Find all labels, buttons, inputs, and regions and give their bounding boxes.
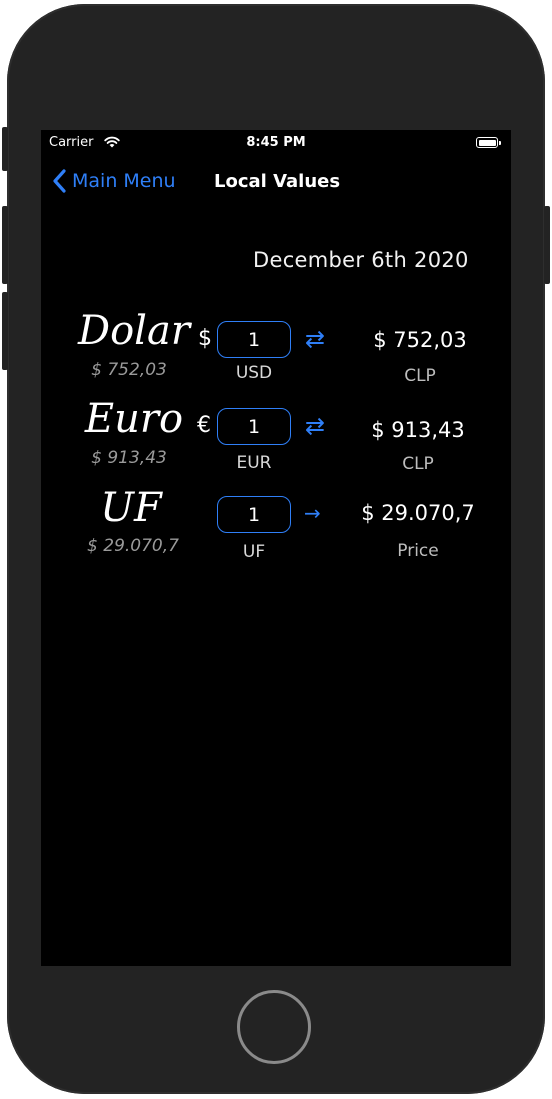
currency-name-dolar: Dolar xyxy=(78,308,190,354)
currency-name-uf: UF xyxy=(100,485,162,531)
eur-amount-input[interactable] xyxy=(217,408,291,445)
result-label-usd: CLP xyxy=(404,366,436,386)
right-arrow-icon[interactable]: → xyxy=(304,501,321,525)
result-value-eur: $ 913,43 xyxy=(371,418,465,442)
status-bar: Carrier 8:45 PM xyxy=(41,130,511,156)
result-value-uf: $ 29.070,7 xyxy=(361,501,475,525)
swap-arrows-icon[interactable]: ⇄ xyxy=(305,412,325,440)
currency-rate-dolar: $ 752,03 xyxy=(91,360,167,380)
home-button[interactable] xyxy=(237,990,311,1064)
chevron-left-icon xyxy=(53,169,66,193)
battery-icon xyxy=(476,137,501,148)
currency-rate-uf: $ 29.070,7 xyxy=(87,536,179,556)
volume-down-button xyxy=(2,292,8,370)
volume-up-button xyxy=(2,206,8,284)
date-label: December 6th 2020 xyxy=(253,248,469,272)
currency-code-eur: EUR xyxy=(236,453,272,473)
app-screen: Carrier 8:45 PM Main Menu Local Values D… xyxy=(41,130,511,966)
currency-code-usd: USD xyxy=(235,363,273,383)
power-button xyxy=(544,206,550,284)
page-title: Local Values xyxy=(214,171,341,192)
clock: 8:45 PM xyxy=(246,135,306,150)
currency-rate-euro: $ 913,43 xyxy=(91,448,167,468)
swap-arrows-icon[interactable]: ⇄ xyxy=(305,325,325,353)
usd-amount-input[interactable] xyxy=(217,321,291,358)
currency-name-euro: Euro xyxy=(84,396,184,442)
back-button-label: Main Menu xyxy=(72,170,176,192)
back-button[interactable]: Main Menu xyxy=(51,168,176,194)
silent-switch xyxy=(2,127,8,171)
currency-symbol-dolar: $ xyxy=(198,326,212,351)
currency-symbol-euro: € xyxy=(197,413,211,438)
currency-code-uf: UF xyxy=(242,542,266,562)
result-label-uf: Price xyxy=(397,541,439,561)
uf-amount-input[interactable] xyxy=(217,496,291,533)
result-label-eur: CLP xyxy=(402,454,434,474)
result-value-usd: $ 752,03 xyxy=(373,328,467,352)
